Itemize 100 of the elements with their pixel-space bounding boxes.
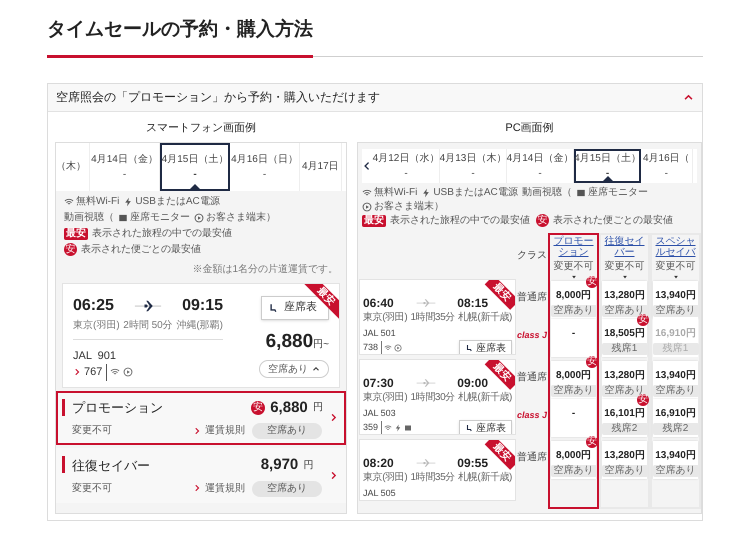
fare-condition: 変更不可 bbox=[72, 424, 112, 438]
monitor-icon bbox=[118, 212, 128, 222]
departure-time: 06:25 bbox=[73, 296, 114, 316]
play-icon bbox=[362, 202, 372, 212]
flight-duration: 1時間35分 bbox=[410, 312, 455, 324]
fare-condition: 変更不可 bbox=[656, 260, 696, 272]
wifi-icon bbox=[384, 424, 392, 432]
fare-price: 8,970 bbox=[260, 455, 298, 475]
legend-text: 表示された旅程の中での最安値 bbox=[92, 226, 232, 240]
fare-price: 8,000円 bbox=[556, 368, 592, 382]
wifi-icon bbox=[384, 344, 392, 352]
arrival-airport: 沖縄(那覇) bbox=[176, 318, 223, 332]
fare-price: 13,940円 bbox=[655, 448, 696, 462]
availability-badge: 残席1 bbox=[602, 342, 648, 354]
availability-toggle[interactable]: 空席あり bbox=[259, 360, 329, 378]
cheapest-mark: 安 bbox=[586, 356, 598, 368]
fare-price: 6,880 bbox=[270, 398, 308, 418]
aircraft-type[interactable]: 359 bbox=[363, 421, 382, 434]
date-tab[interactable]: （木） bbox=[56, 142, 90, 190]
wifi-icon bbox=[362, 188, 372, 198]
fare-price: 16,910円 bbox=[655, 406, 696, 420]
airplane-icon bbox=[132, 298, 164, 312]
fare-cell[interactable]: 13,940円 空席あり bbox=[653, 440, 698, 478]
wifi-icon bbox=[110, 367, 120, 378]
airplane-icon bbox=[414, 298, 436, 308]
play-icon bbox=[194, 212, 204, 222]
availability-badge: 残席1 bbox=[652, 342, 698, 354]
arrival-time: 09:15 bbox=[182, 296, 223, 316]
aircraft-type[interactable]: 738 bbox=[363, 341, 382, 354]
fare-rules-link[interactable]: 運賃規則 bbox=[193, 480, 245, 496]
seat-map-button[interactable]: 座席表 bbox=[459, 340, 512, 354]
play-icon bbox=[394, 344, 402, 352]
class-name: 普通席 bbox=[517, 370, 547, 385]
wifi-icon bbox=[64, 196, 74, 206]
legend-text: 表示された便ごとの最安値 bbox=[553, 214, 673, 228]
availability-badge: 空席あり bbox=[550, 464, 596, 476]
fare-cell[interactable]: 16,910円 残席2 bbox=[653, 398, 698, 436]
chevron-left-icon[interactable] bbox=[362, 160, 372, 172]
availability-badge: 空席あり bbox=[550, 384, 596, 396]
fare-option[interactable]: 往復セイバー 変更不可 運賃規則 8,970 円 空席あり bbox=[56, 448, 346, 502]
accent-bar bbox=[62, 398, 65, 416]
date-tab[interactable]: 4月13日（木） - bbox=[440, 148, 507, 182]
amenity-label: USBまたはAC電源 bbox=[433, 186, 518, 200]
date-tab[interactable]: 4月16日（ - bbox=[641, 148, 693, 182]
cheapest-badge: 最安 bbox=[64, 228, 88, 240]
play-icon bbox=[123, 367, 134, 378]
fare-condition: 変更不可 bbox=[604, 260, 644, 272]
price-unit: 円 bbox=[312, 401, 323, 416]
chevron-right-icon[interactable] bbox=[73, 368, 81, 376]
aircraft-type[interactable]: 767 bbox=[84, 364, 108, 380]
fare-price: 8,000円 bbox=[556, 288, 592, 302]
amenity-label: 座席モニター bbox=[588, 186, 648, 200]
fare-price: 13,940円 bbox=[655, 368, 696, 382]
seat-icon bbox=[268, 302, 278, 312]
fare-rules-link[interactable]: 運賃規則 bbox=[193, 423, 245, 438]
fare-column-link[interactable]: プロモーション bbox=[550, 236, 597, 258]
availability-badge: 空席あり bbox=[652, 304, 698, 316]
flight-number: JAL 503 bbox=[363, 406, 397, 420]
class-name: 普通席 bbox=[517, 450, 547, 465]
fare-name: プロモーション bbox=[72, 399, 164, 418]
chevron-right-icon bbox=[193, 484, 201, 492]
fare-condition: 変更不可 bbox=[72, 482, 112, 496]
departure-time: 08:20 bbox=[363, 454, 394, 472]
fare-cell[interactable]: 13,280円 空席あり bbox=[602, 440, 647, 478]
departure-airport: 東京(羽田) bbox=[73, 318, 120, 332]
fare-column-link[interactable]: 往復セイバー bbox=[601, 236, 648, 258]
date-tab[interactable]: 4月12日（水） - bbox=[373, 148, 440, 182]
flight-number: JAL 901 bbox=[73, 348, 118, 364]
video-label: 動画視聴（ bbox=[64, 210, 114, 224]
arrival-airport: 札幌(新千歳) bbox=[458, 312, 512, 324]
date-tab[interactable]: 4月14日（金） - bbox=[90, 142, 160, 190]
fare-cell[interactable]: 13,940円 空席あり bbox=[653, 360, 698, 398]
cheapest-mark: 安 bbox=[586, 436, 598, 448]
fare-cell[interactable]: 13,940円 空席あり bbox=[653, 280, 698, 318]
fare-cell[interactable]: - bbox=[551, 318, 596, 356]
availability-badge: 空席あり bbox=[602, 464, 648, 476]
amenity-label: お客さま端末） bbox=[206, 210, 276, 224]
panel-caption: スマートフォン画面例 bbox=[145, 120, 257, 136]
availability-badge: 空席あり bbox=[652, 464, 698, 476]
fare-price: 13,280円 bbox=[604, 288, 645, 302]
chevron-right-icon bbox=[329, 470, 338, 480]
fare-price: - bbox=[572, 406, 576, 420]
date-tab[interactable]: 4月16日（日） - bbox=[230, 142, 300, 190]
date-tab[interactable]: 4月17日 bbox=[300, 142, 342, 190]
fare-option[interactable]: プロモーション 変更不可 運賃規則 安 6,880 円 空席あり bbox=[56, 390, 346, 445]
availability-badge: 空席あり bbox=[252, 480, 322, 496]
fare-cell[interactable]: - bbox=[551, 398, 596, 436]
availability-badge: 空席あり bbox=[550, 304, 596, 316]
seat-map-button[interactable]: 座席表 bbox=[459, 420, 512, 434]
fare-column-link[interactable]: スペシャルセイバ bbox=[652, 236, 699, 258]
class-j-logo: class J bbox=[516, 408, 548, 422]
chevron-right-icon bbox=[329, 413, 338, 422]
caret-icon bbox=[190, 184, 200, 188]
date-tab[interactable]: 4月14日（金） - bbox=[507, 148, 574, 182]
cheapest-mark: 安 bbox=[536, 214, 549, 227]
airplane-icon bbox=[414, 378, 436, 388]
departure-airport: 東京(羽田) bbox=[363, 472, 408, 484]
amenity-label: 無料Wi-Fi bbox=[374, 186, 418, 200]
flight-number: JAL 505 bbox=[363, 486, 397, 500]
departure-airport: 東京(羽田) bbox=[363, 392, 408, 404]
